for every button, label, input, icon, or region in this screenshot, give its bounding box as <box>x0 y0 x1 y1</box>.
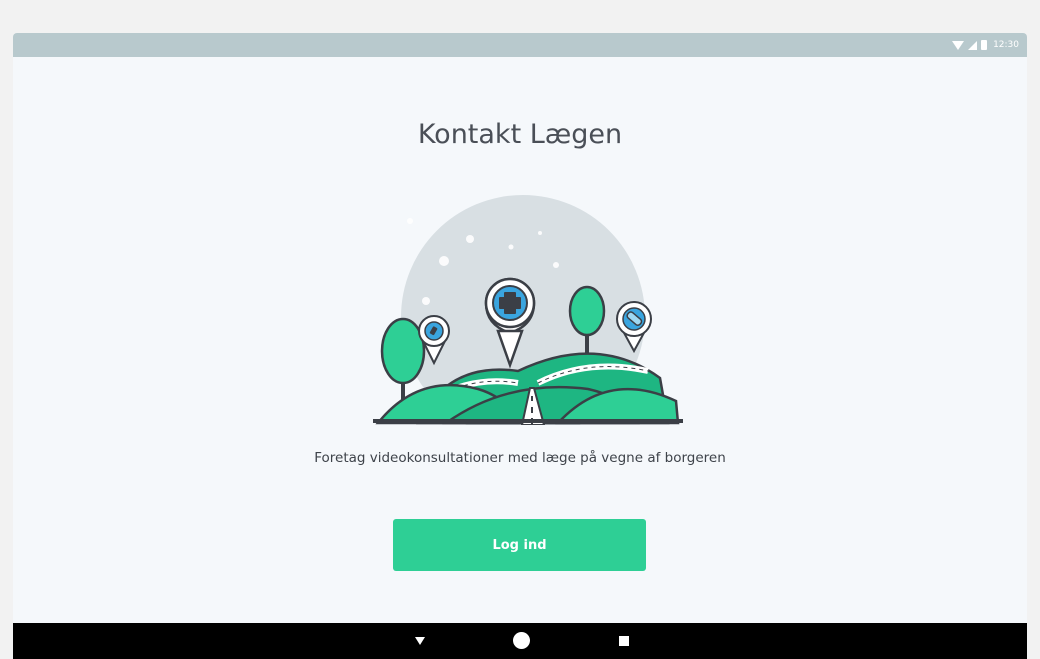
page-subtitle: Foretag videokonsultationer med læge på … <box>314 450 726 466</box>
signal-icon <box>968 40 978 50</box>
app-screen: 12:30 Kontakt Lægen Foretag videokonsult… <box>13 33 1027 659</box>
wifi-icon <box>952 40 965 50</box>
home-icon[interactable] <box>513 632 530 649</box>
login-button[interactable]: Log ind <box>393 519 646 571</box>
hills-with-location-pins-illustration <box>373 195 683 425</box>
battery-icon <box>981 40 988 50</box>
page-title: Kontakt Lægen <box>417 119 623 150</box>
back-icon[interactable] <box>415 637 425 645</box>
recents-icon[interactable] <box>619 636 629 646</box>
navigation-bar <box>13 623 1027 659</box>
status-clock: 12:30 <box>993 40 1019 50</box>
status-bar: 12:30 <box>13 33 1027 57</box>
